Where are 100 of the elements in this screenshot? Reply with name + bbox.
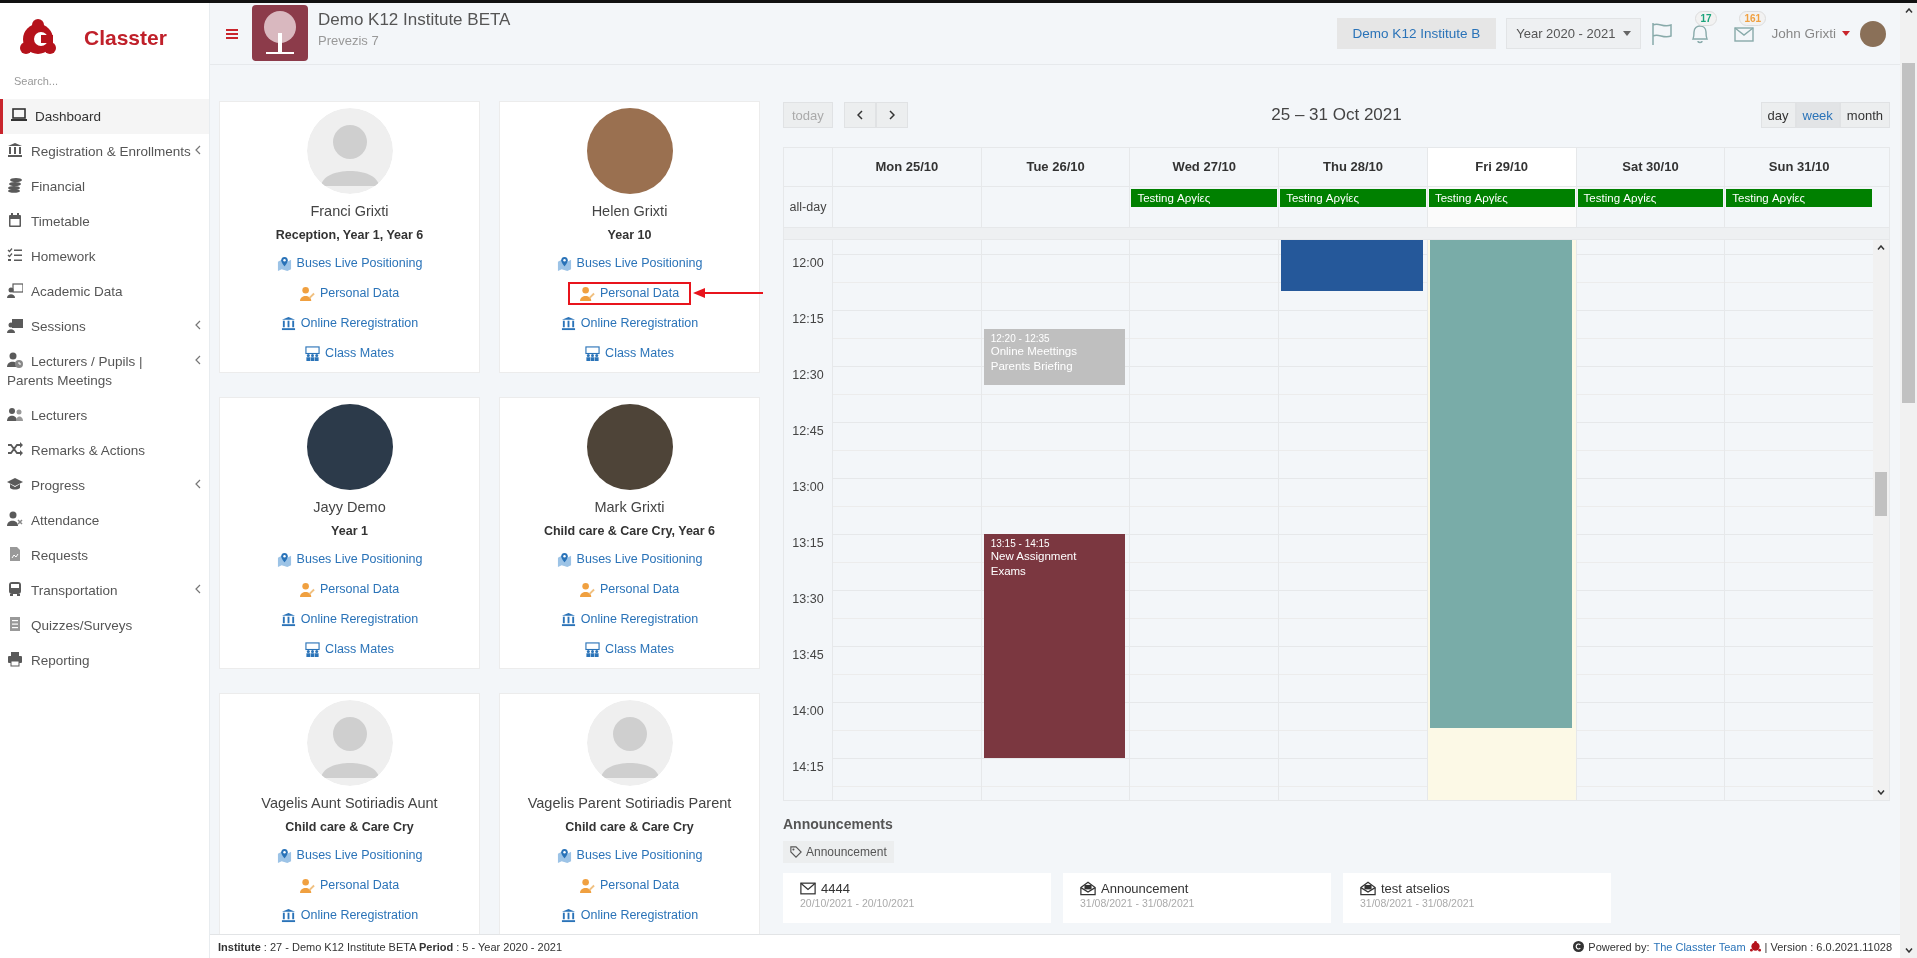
event[interactable]: [1429, 240, 1572, 729]
time-label: 12:00: [792, 256, 824, 270]
link[interactable]: Personal Data: [293, 281, 406, 305]
scrollbar-thumb[interactable]: [1902, 63, 1915, 403]
chevron-left-icon: [195, 145, 201, 155]
link[interactable]: Buses Live Positioning: [550, 843, 709, 867]
logo-icon: [1749, 941, 1761, 952]
link[interactable]: Buses Live Positioning: [550, 547, 709, 571]
year-dropdown[interactable]: Year 2020 - 2021: [1506, 18, 1642, 49]
link[interactable]: Class Mates: [579, 637, 680, 661]
sidebar-item[interactable]: Reporting: [0, 643, 209, 678]
bus-icon: [7, 581, 23, 597]
view-tab[interactable]: week: [1795, 102, 1840, 128]
sidebar-item[interactable]: Homework: [0, 239, 209, 274]
scrollbar-thumb[interactable]: [1875, 472, 1887, 516]
menu-icon: [226, 28, 238, 39]
class-list: Child care & Care Cry: [565, 820, 694, 834]
sidebar-item[interactable]: Attendance: [0, 503, 209, 538]
person-name: Vagelis Parent Sotiriadis Parent: [527, 795, 732, 811]
sidebar-item[interactable]: Lecturers / Pupils | Parents Meetings: [0, 344, 209, 398]
link[interactable]: Online Reregistration: [274, 607, 425, 631]
link[interactable]: Class Mates: [299, 637, 400, 661]
sidebar-item[interactable]: Progress: [0, 468, 209, 503]
event[interactable]: Testing Αργίες: [1280, 189, 1426, 207]
institute-info: Institute : 27 - Demo K12 Institute BETA Period : 5 - Year 2020 - 2021: [218, 940, 563, 953]
scrollbar[interactable]: [1900, 3, 1917, 958]
institute-button[interactable]: Demo K12 Institute B: [1336, 18, 1497, 49]
sidebar-item[interactable]: Registration & Enrollments: [0, 134, 209, 169]
announcement-title: test atselios: [1381, 881, 1450, 896]
announcement-card[interactable]: test atselios 31/08/2021 - 31/08/2021: [1343, 873, 1611, 923]
link[interactable]: Personal Data: [293, 577, 406, 601]
chevron-left-icon: [195, 479, 201, 489]
tag-filter[interactable]: Announcement: [783, 841, 894, 863]
class-list: Child care & Care Cry, Year 6: [543, 524, 716, 538]
event[interactable]: Testing Αργίες: [1577, 189, 1724, 207]
column-header: Thu 28/10: [1278, 148, 1427, 186]
users-icon: [7, 406, 23, 422]
view-tab[interactable]: day: [1760, 102, 1796, 128]
link[interactable]: Online Reregistration: [554, 311, 705, 335]
link[interactable]: Buses Live Positioning: [550, 251, 709, 275]
person-name: Vagelis Aunt Sotiriadis Aunt: [261, 795, 438, 811]
sidebar-item[interactable]: Financial: [0, 169, 209, 204]
section-title: Announcements: [783, 816, 894, 832]
event[interactable]: Testing Αργίες: [1726, 189, 1873, 207]
event[interactable]: 13:15 - 14:15 New Assignment Exams: [983, 534, 1126, 758]
bank-icon: [280, 907, 296, 923]
date-range: 31/08/2021 - 31/08/2021: [1360, 897, 1476, 909]
link[interactable]: Online Reregistration: [274, 903, 425, 927]
link[interactable]: Online Reregistration: [554, 607, 705, 631]
link[interactable]: Buses Live Positioning: [270, 251, 429, 275]
link[interactable]: Online Reregistration: [554, 903, 705, 927]
announcement-card[interactable]: 4444 20/10/2021 - 20/10/2021: [783, 873, 1051, 923]
link[interactable]: Personal Data: [567, 281, 692, 305]
time-label: 12:45: [792, 424, 824, 438]
sidebar-item[interactable]: Academic Data: [0, 274, 209, 309]
link[interactable]: Buses Live Positioning: [270, 547, 429, 571]
team-link[interactable]: The Classter Team: [1653, 940, 1746, 953]
link[interactable]: Buses Live Positioning: [270, 843, 429, 867]
link[interactable]: Personal Data: [573, 873, 686, 897]
search-field[interactable]: Search...: [14, 71, 194, 91]
view-tab[interactable]: month: [1839, 102, 1890, 128]
event-time: 13:15 - 14:15: [990, 538, 1051, 549]
sidebar-item[interactable]: Quizzes/Surveys: [0, 608, 209, 643]
sidebar-item[interactable]: Sessions: [0, 309, 209, 344]
open-envelope-icon: [1360, 881, 1376, 896]
sidebar-item[interactable]: Dashboard: [0, 99, 209, 134]
user-menu[interactable]: John Grixti: [1771, 26, 1850, 41]
event-title: New Assignment: [990, 549, 1078, 564]
link[interactable]: Personal Data: [573, 577, 686, 601]
sidebar-item[interactable]: Timetable: [0, 204, 209, 239]
previous-button[interactable]: [843, 102, 876, 128]
person-x-icon: [7, 511, 23, 527]
time-label: 13:00: [792, 480, 824, 494]
laptop-icon: [11, 107, 27, 123]
brand-name: Classter: [84, 26, 167, 50]
event[interactable]: Testing Αργίες: [1131, 189, 1278, 207]
flag-icon: [1651, 21, 1674, 46]
scrollbar[interactable]: [1873, 240, 1889, 800]
sidebar-item[interactable]: Requests: [0, 538, 209, 573]
next-button[interactable]: [875, 102, 908, 128]
event-title: Online Meettings: [990, 343, 1078, 359]
link[interactable]: Personal Data: [293, 873, 406, 897]
sidebar-item[interactable]: Lecturers: [0, 398, 209, 433]
person-name: Helen Grixti: [591, 203, 668, 219]
open-envelope-icon: [1080, 881, 1096, 896]
sidebar-item[interactable]: Transportation: [0, 573, 209, 608]
announcement-card[interactable]: Announcement 31/08/2021 - 31/08/2021: [1063, 873, 1331, 923]
time-label: 12:30: [792, 368, 824, 382]
link[interactable]: Online Reregistration: [274, 311, 425, 335]
sidebar-item[interactable]: Remarks & Actions: [0, 433, 209, 468]
bank-icon: [280, 315, 296, 331]
person-clock-icon: [7, 352, 23, 368]
event[interactable]: Testing Αργίες: [1428, 189, 1575, 207]
map-pin-icon: [276, 847, 292, 863]
document-icon: [7, 546, 23, 562]
institute-name: Demo K12 Institute BETA: [318, 9, 511, 30]
link[interactable]: Class Mates: [579, 341, 680, 365]
list-document-icon: [7, 616, 23, 632]
link[interactable]: Class Mates: [299, 341, 400, 365]
announcement-title: 4444: [821, 881, 850, 896]
